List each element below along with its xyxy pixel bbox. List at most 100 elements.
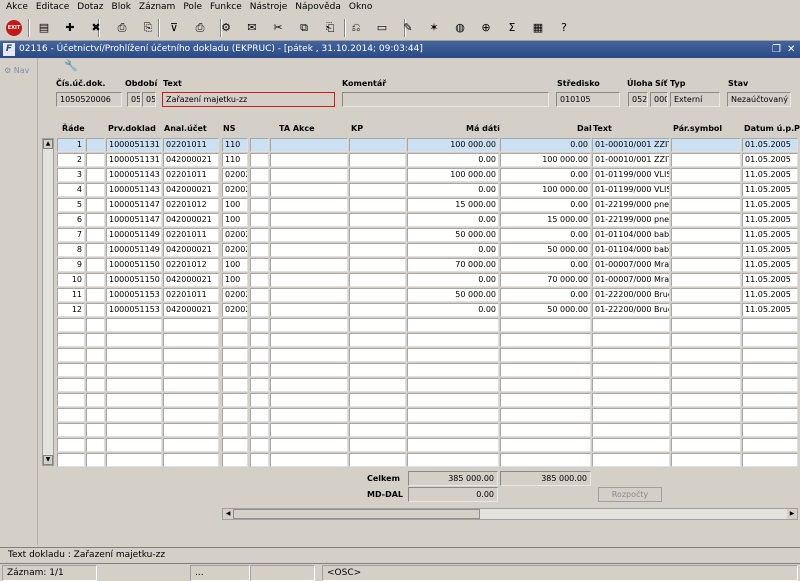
table-cell-date[interactable]: 11.05.2005: [742, 258, 798, 272]
table-cell-md[interactable]: [407, 453, 499, 467]
cut-icon[interactable]: ✂: [270, 20, 286, 36]
table-cell-date[interactable]: [742, 363, 798, 377]
table-cell[interactable]: [671, 318, 741, 332]
table-cell-md[interactable]: 100 000.00: [407, 138, 499, 152]
table-cell-text[interactable]: 01-22200/000 Bruc: [592, 303, 670, 317]
table-cell-ns[interactable]: 02002: [222, 243, 248, 257]
table-cell-dal[interactable]: 100 000.00: [500, 183, 591, 197]
table-cell[interactable]: [349, 408, 406, 422]
table-cell-n[interactable]: 9: [57, 258, 85, 272]
menu-8[interactable]: Nápověda: [295, 0, 341, 15]
table-row[interactable]: [0, 408, 800, 423]
table-cell-text[interactable]: [592, 453, 670, 467]
table-cell-date[interactable]: 11.05.2005: [742, 198, 798, 212]
table-cell-acc[interactable]: 02201012: [163, 258, 219, 272]
table-cell[interactable]: [671, 438, 741, 452]
table-cell[interactable]: [349, 258, 406, 272]
table-cell[interactable]: [250, 243, 269, 257]
table-cell-doc[interactable]: [106, 363, 162, 377]
table-cell[interactable]: [270, 393, 348, 407]
insert-record-icon[interactable]: ▤: [36, 20, 52, 36]
table-cell-doc[interactable]: [106, 408, 162, 422]
table-cell-md[interactable]: 15 000.00: [407, 198, 499, 212]
table-cell-text[interactable]: 01-01104/000 babo: [592, 228, 670, 242]
table-cell[interactable]: [270, 423, 348, 437]
table-cell-n[interactable]: [57, 363, 85, 377]
table-cell[interactable]: [250, 273, 269, 287]
table-row[interactable]: 12 1000051153 042000021 02002 0.00 50 000.00 0…: [0, 303, 800, 318]
table-cell-text[interactable]: [592, 423, 670, 437]
table-cell-text[interactable]: 01-22199/000 pnec: [592, 198, 670, 212]
table-row[interactable]: [0, 423, 800, 438]
close-icon[interactable]: ✕: [787, 41, 795, 58]
table-cell[interactable]: [250, 363, 269, 377]
table-cell-doc[interactable]: [106, 378, 162, 392]
table-cell[interactable]: [270, 183, 348, 197]
table-cell-dal[interactable]: [500, 438, 591, 452]
globe-icon[interactable]: ◍: [452, 20, 468, 36]
budgets-button[interactable]: Rozpočty: [598, 487, 662, 502]
table-cell-n[interactable]: 8: [57, 243, 85, 257]
table-cell[interactable]: [671, 288, 741, 302]
table-cell-dal[interactable]: 0.00: [500, 138, 591, 152]
table-cell[interactable]: [349, 183, 406, 197]
table-cell-dal[interactable]: [500, 333, 591, 347]
calculate-icon[interactable]: ⊕: [478, 20, 494, 36]
table-cell-n[interactable]: 4: [57, 183, 85, 197]
table-cell[interactable]: [671, 333, 741, 347]
table-cell-dal[interactable]: 0.00: [500, 198, 591, 212]
table-cell-dal[interactable]: 100 000.00: [500, 153, 591, 167]
table-cell-md[interactable]: 50 000.00: [407, 288, 499, 302]
table-cell-acc[interactable]: [163, 378, 219, 392]
period-b-field[interactable]: 05: [142, 92, 156, 107]
table-cell-md[interactable]: [407, 348, 499, 362]
table-cell-doc[interactable]: 1000051150: [106, 273, 162, 287]
calendar-icon[interactable]: ▦: [530, 20, 546, 36]
key-icon[interactable]: 🔧: [64, 59, 80, 74]
table-cell[interactable]: [250, 453, 269, 467]
table-cell[interactable]: [671, 393, 741, 407]
table-cell[interactable]: [671, 258, 741, 272]
table-cell[interactable]: [250, 168, 269, 182]
table-cell[interactable]: [671, 213, 741, 227]
table-cell[interactable]: [250, 333, 269, 347]
menu-7[interactable]: Nástroje: [250, 0, 288, 15]
table-cell-doc[interactable]: [106, 423, 162, 437]
table-cell-n[interactable]: 12: [57, 303, 85, 317]
table-cell-n[interactable]: 2: [57, 153, 85, 167]
table-cell[interactable]: [671, 228, 741, 242]
printer-setup-icon[interactable]: ⚙: [218, 20, 234, 36]
table-cell[interactable]: [349, 138, 406, 152]
table-cell-date[interactable]: 11.05.2005: [742, 168, 798, 182]
table-cell[interactable]: [270, 273, 348, 287]
table-cell[interactable]: [349, 198, 406, 212]
table-cell-doc[interactable]: 1000051143: [106, 183, 162, 197]
table-cell[interactable]: [349, 243, 406, 257]
table-cell-date[interactable]: 01.05.2005: [742, 138, 798, 152]
table-cell[interactable]: [86, 438, 105, 452]
table-cell-date[interactable]: [742, 438, 798, 452]
table-cell-date[interactable]: [742, 378, 798, 392]
table-cell[interactable]: [250, 348, 269, 362]
table-cell-doc[interactable]: 1000051143: [106, 168, 162, 182]
table-cell[interactable]: [349, 213, 406, 227]
table-cell-text[interactable]: 01-00007/000 Mraz: [592, 273, 670, 287]
table-cell-n[interactable]: [57, 453, 85, 467]
table-cell-dal[interactable]: [500, 318, 591, 332]
table-cell-acc[interactable]: 042000021: [163, 153, 219, 167]
scroll-thumb[interactable]: [233, 509, 480, 519]
menu-5[interactable]: Pole: [183, 0, 202, 15]
table-cell-n[interactable]: [57, 318, 85, 332]
doc-no-field[interactable]: 1050520006: [56, 92, 122, 107]
table-cell-acc[interactable]: [163, 453, 219, 467]
table-cell[interactable]: [671, 453, 741, 467]
table-cell[interactable]: [349, 378, 406, 392]
table-cell-acc[interactable]: 042000021: [163, 213, 219, 227]
table-cell[interactable]: [86, 378, 105, 392]
execute-query-icon[interactable]: ⎘: [140, 20, 156, 36]
filter-icon[interactable]: ⊽: [166, 20, 182, 36]
table-cell-date[interactable]: [742, 408, 798, 422]
restore-icon[interactable]: ❐: [772, 41, 781, 58]
table-cell-ns[interactable]: [222, 363, 248, 377]
table-row[interactable]: 2 1000051131 042000021 110 0.00 100 000.00 01-…: [0, 153, 800, 168]
